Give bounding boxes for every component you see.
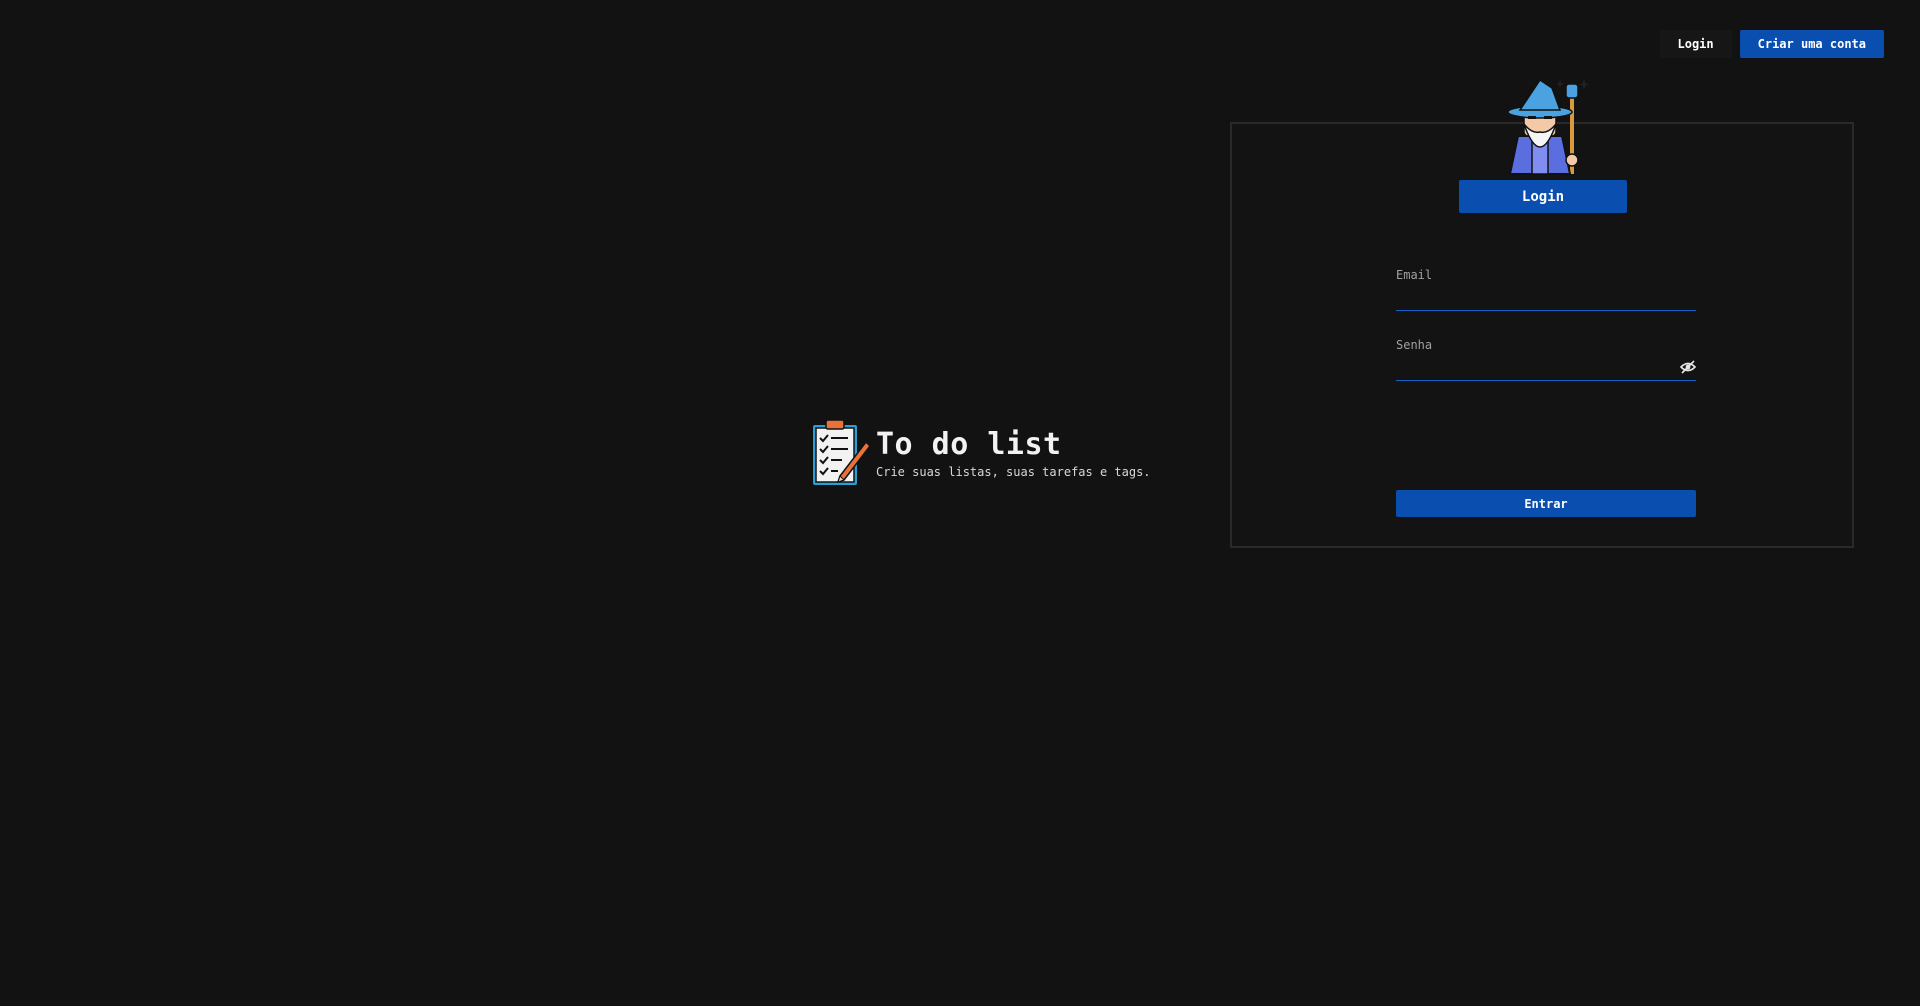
password-input-wrap — [1396, 358, 1696, 381]
password-input[interactable] — [1396, 359, 1696, 379]
email-label: Email — [1396, 268, 1433, 282]
eye-slash-icon[interactable] — [1680, 360, 1696, 374]
clipboard-checklist-pencil-icon — [811, 419, 871, 487]
wizard-icon — [1507, 76, 1593, 175]
email-field: Email — [1396, 268, 1696, 311]
email-input[interactable] — [1396, 289, 1696, 309]
password-label: Senha — [1396, 338, 1433, 352]
app-title: To do list — [876, 427, 1062, 462]
login-card-title: Login — [1459, 180, 1627, 213]
password-field: Senha — [1396, 338, 1696, 381]
nav-create-account-button[interactable]: Criar uma conta — [1739, 30, 1884, 58]
brand: To do list Crie suas listas, suas tarefa… — [808, 416, 1151, 490]
app-subtitle: Crie suas listas, suas tarefas e tags. — [876, 465, 1151, 479]
login-page: Login Criar uma conta To do list Crie su… — [0, 0, 1920, 1006]
brand-text: To do list Crie suas listas, suas tarefa… — [876, 427, 1151, 479]
submit-button[interactable]: Entrar — [1396, 490, 1696, 517]
email-input-wrap — [1396, 288, 1696, 311]
nav-login-button[interactable]: Login — [1659, 30, 1732, 58]
top-nav: Login Criar uma conta — [1659, 30, 1884, 58]
